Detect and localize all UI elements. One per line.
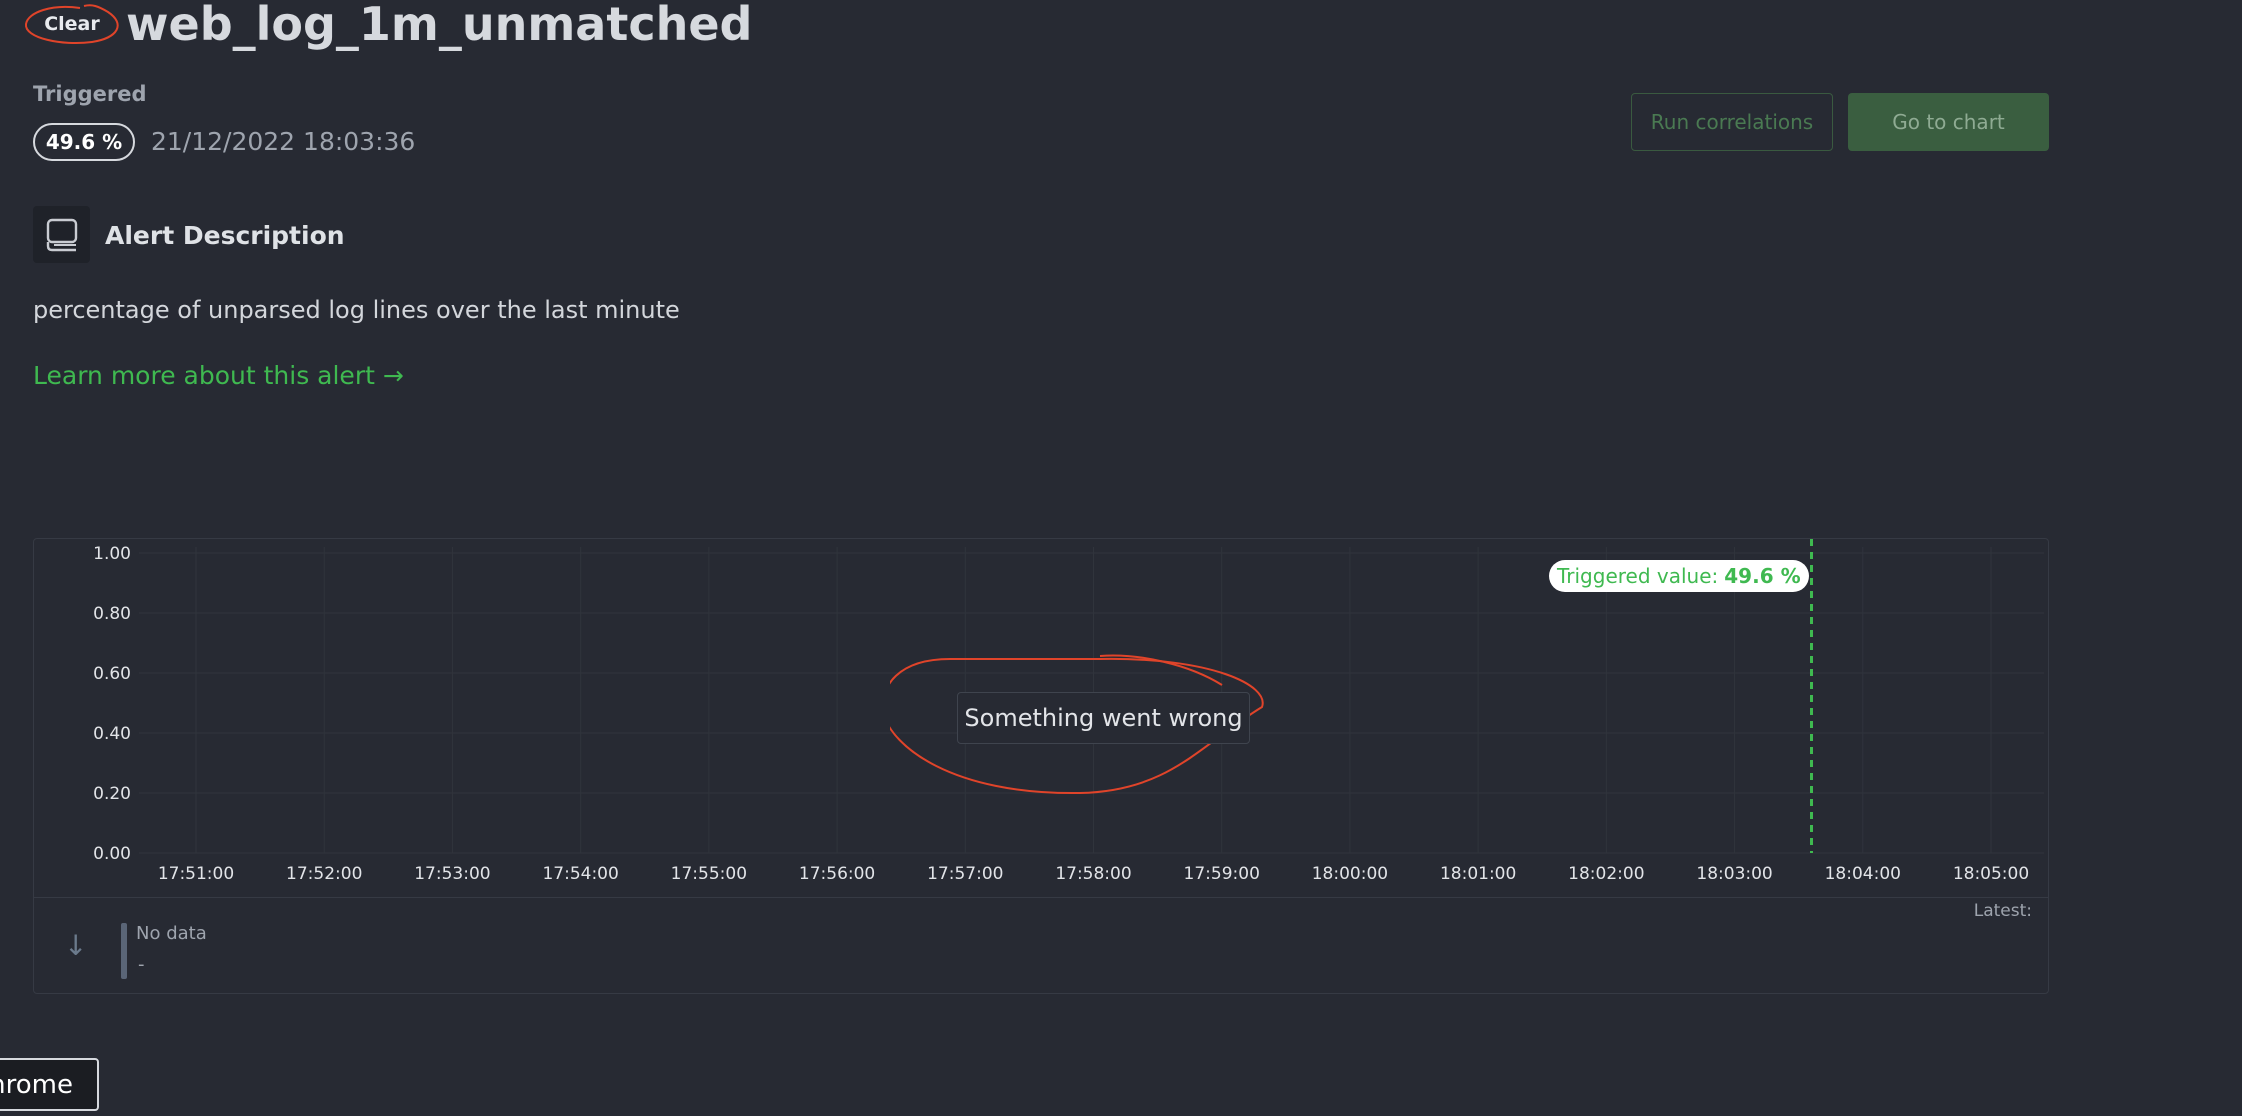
learn-more-link[interactable]: Learn more about this alert → bbox=[33, 361, 404, 390]
triggered-value-label-prefix: Triggered value: bbox=[1557, 564, 1719, 588]
x-tick-label: 18:04:00 bbox=[1825, 864, 1901, 884]
y-tick-label: 0.20 bbox=[93, 784, 131, 804]
x-tick-label: 17:56:00 bbox=[799, 864, 875, 884]
y-tick-label: 1.00 bbox=[93, 544, 131, 564]
legend-value: - bbox=[138, 954, 145, 975]
chart-footer-divider bbox=[34, 897, 2048, 898]
triggered-value-label-value: 49.6 % bbox=[1724, 564, 1801, 588]
book-icon bbox=[33, 206, 90, 263]
latest-label: Latest: bbox=[1973, 901, 2032, 921]
x-tick-label: 18:00:00 bbox=[1312, 864, 1388, 884]
x-tick-label: 18:03:00 bbox=[1696, 864, 1772, 884]
y-tick-label: 0.80 bbox=[93, 604, 131, 624]
go-to-chart-button[interactable]: Go to chart bbox=[1848, 93, 2049, 151]
x-tick-label: 17:54:00 bbox=[542, 864, 618, 884]
run-correlations-button[interactable]: Run correlations bbox=[1631, 93, 1833, 151]
y-tick-label: 0.00 bbox=[93, 844, 131, 864]
alert-description-heading: Alert Description bbox=[105, 221, 345, 250]
x-tick-label: 17:52:00 bbox=[286, 864, 362, 884]
x-tick-label: 18:02:00 bbox=[1568, 864, 1644, 884]
y-tick-label: 0.60 bbox=[93, 664, 131, 684]
triggered-value-label: Triggered value: 49.6 % bbox=[1549, 560, 1809, 592]
legend-name[interactable]: No data bbox=[136, 923, 207, 944]
page-title: web_log_1m_unmatched bbox=[126, 0, 753, 51]
triggered-label: Triggered bbox=[33, 82, 147, 106]
status-badge-label: Clear bbox=[44, 13, 100, 35]
arrow-down-icon[interactable]: ↓ bbox=[64, 929, 87, 962]
triggered-value-pill: 49.6 % bbox=[33, 123, 135, 161]
taskbar-tab-chrome[interactable]: hrome bbox=[0, 1058, 99, 1111]
x-tick-label: 17:51:00 bbox=[158, 864, 234, 884]
alert-description-text: percentage of unparsed log lines over th… bbox=[33, 296, 680, 324]
x-tick-label: 17:58:00 bbox=[1055, 864, 1131, 884]
chart-error-message: Something went wrong bbox=[957, 692, 1250, 744]
legend-color-bar bbox=[121, 923, 127, 979]
x-tick-label: 17:55:00 bbox=[671, 864, 747, 884]
x-tick-label: 18:01:00 bbox=[1440, 864, 1516, 884]
status-badge: Clear bbox=[25, 4, 119, 45]
x-tick-label: 17:57:00 bbox=[927, 864, 1003, 884]
triggered-timestamp: 21/12/2022 18:03:36 bbox=[151, 127, 416, 156]
y-tick-label: 0.40 bbox=[93, 724, 131, 744]
x-tick-label: 18:05:00 bbox=[1953, 864, 2029, 884]
x-tick-label: 17:53:00 bbox=[414, 864, 490, 884]
x-tick-label: 17:59:00 bbox=[1184, 864, 1260, 884]
